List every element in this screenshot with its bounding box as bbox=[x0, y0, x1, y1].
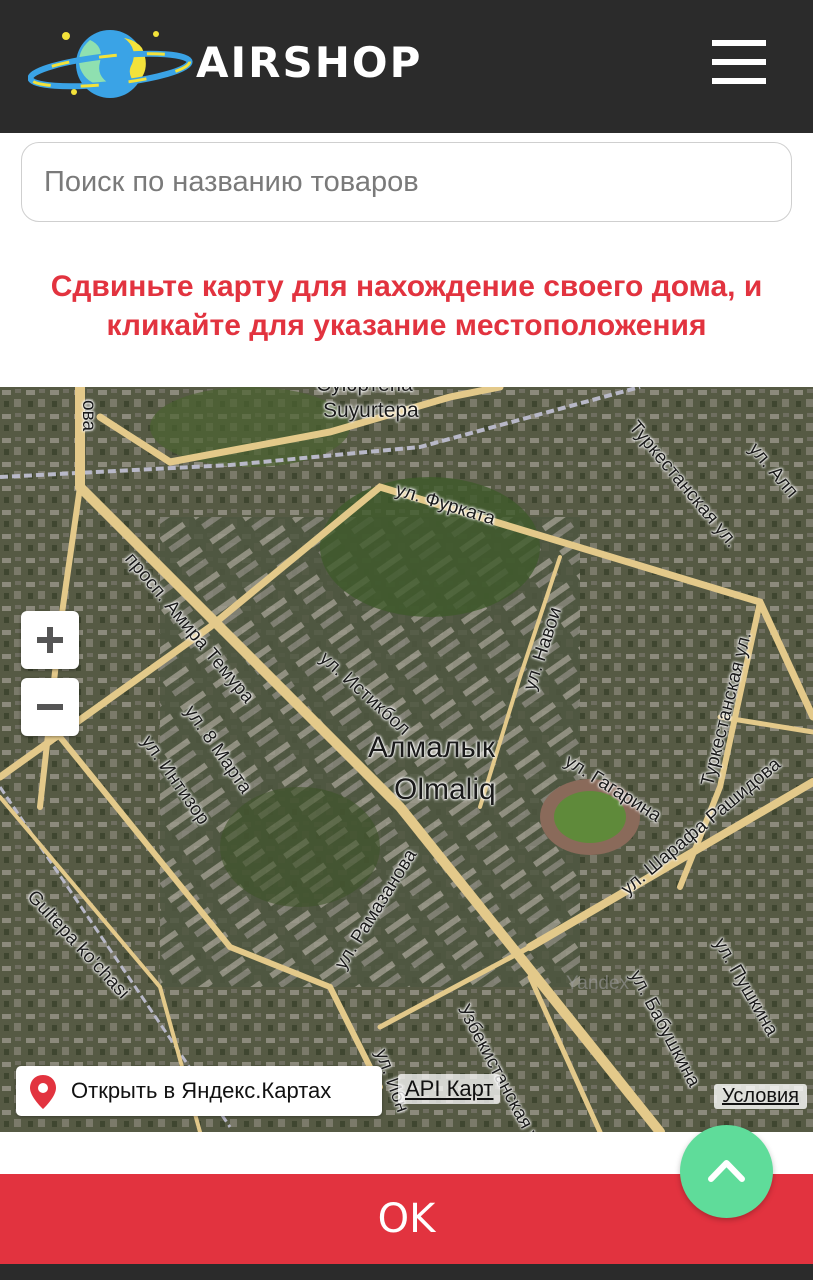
instruction-line-1: Сдвиньте карту для нахождение своего дом… bbox=[50, 270, 763, 303]
planet-logo-icon[interactable] bbox=[28, 22, 198, 106]
map-view[interactable]: Суюртепа Suyurtepa ова ул. Фурката Турке… bbox=[0, 387, 813, 1132]
map-label: Yandex bbox=[566, 973, 630, 994]
zoom-in-button[interactable] bbox=[21, 611, 79, 669]
open-in-yandex-button[interactable]: Открыть в Яндекс.Картах bbox=[16, 1066, 382, 1116]
footer-bar bbox=[0, 1264, 813, 1280]
map-label: Suyurtepa bbox=[323, 399, 419, 422]
city-label-cyrillic: Алмалык bbox=[368, 731, 496, 764]
city-label-latin: Olmaliq bbox=[394, 773, 496, 806]
map-instruction: Сдвиньте карту для нахождение своего дом… bbox=[10, 267, 803, 345]
chevron-up-icon bbox=[708, 1160, 745, 1182]
brand-name[interactable]: AIRSHOP bbox=[196, 38, 422, 87]
map-pin-icon bbox=[30, 1075, 56, 1109]
api-maps-link[interactable]: API Карт bbox=[398, 1074, 501, 1104]
minus-icon bbox=[37, 704, 63, 710]
terms-link[interactable]: Условия bbox=[713, 1084, 807, 1109]
search-input[interactable] bbox=[21, 142, 792, 222]
map-label: Суюртепа bbox=[316, 387, 413, 397]
scroll-top-button[interactable] bbox=[680, 1125, 773, 1218]
map-label: ова bbox=[78, 400, 99, 432]
open-in-yandex-label: Открыть в Яндекс.Картах bbox=[71, 1078, 332, 1103]
hamburger-menu-icon[interactable] bbox=[712, 40, 766, 84]
instruction-line-2: кликайте для указание местоположения bbox=[106, 309, 707, 342]
app-header: AIRSHOP bbox=[0, 0, 813, 133]
zoom-out-button[interactable] bbox=[21, 678, 79, 736]
